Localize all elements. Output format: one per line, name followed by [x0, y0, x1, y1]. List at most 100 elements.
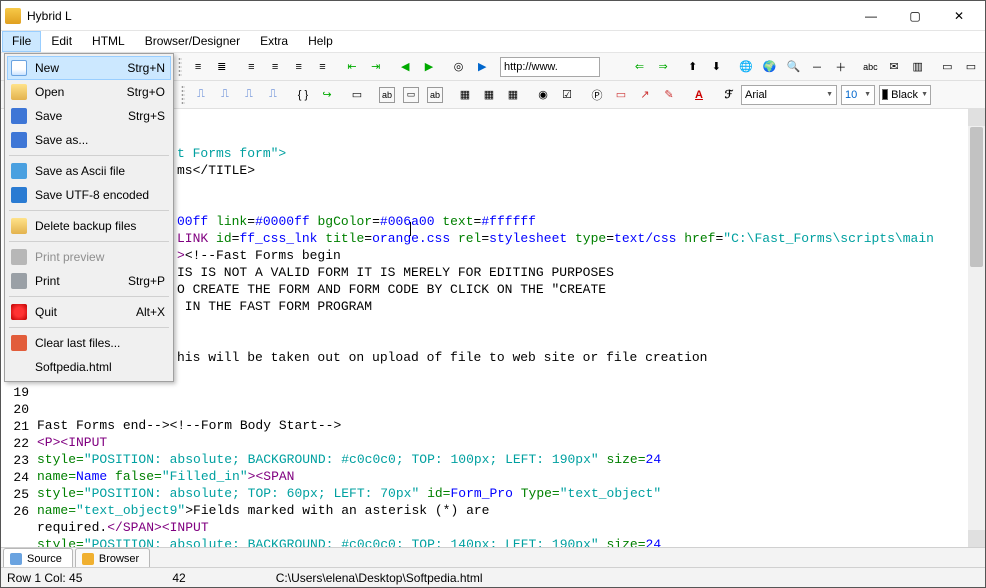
- menu-item-clear-last[interactable]: Clear last files...: [7, 331, 171, 355]
- menu-extra[interactable]: Extra: [250, 31, 298, 52]
- maximize-button[interactable]: ▢: [893, 2, 937, 30]
- label-c-icon[interactable]: ab: [424, 84, 446, 106]
- menu-browser-designer[interactable]: Browser/Designer: [135, 31, 250, 52]
- scrollbar-thumb[interactable]: [970, 127, 983, 267]
- columns-icon[interactable]: ▥: [907, 56, 929, 78]
- menu-item-new[interactable]: New Strg+N: [7, 56, 171, 80]
- search-icon[interactable]: 🔍: [783, 56, 805, 78]
- p-circle-icon[interactable]: Ⓟ: [586, 84, 608, 106]
- text-color-icon[interactable]: A: [688, 84, 710, 106]
- dedent-icon[interactable]: ◀: [394, 56, 416, 78]
- radio-icon[interactable]: ◉: [532, 84, 554, 106]
- zoom-in-icon[interactable]: ＋: [830, 56, 852, 78]
- menu-item-open[interactable]: Open Strg+O: [7, 80, 171, 104]
- vr1-icon[interactable]: ⎍: [190, 84, 212, 106]
- download-icon[interactable]: ⬇: [706, 56, 728, 78]
- link-fwd-icon[interactable]: ↪: [316, 84, 338, 106]
- menu-separator: [9, 296, 169, 297]
- menu-item-print[interactable]: Print Strg+P: [7, 269, 171, 293]
- file-menu-dropdown: New Strg+N Open Strg+O Save Strg+S Save …: [4, 53, 174, 382]
- indent-icon[interactable]: ▶: [418, 56, 440, 78]
- statusbar: Row 1 Col: 45 42 C:\Users\elena\Desktop\…: [1, 567, 985, 587]
- vr2-icon[interactable]: ⎍: [214, 84, 236, 106]
- menu-item-save-ascii[interactable]: Save as Ascii file: [7, 159, 171, 183]
- menu-item-save-as[interactable]: Save as...: [7, 128, 171, 152]
- abc-icon[interactable]: abc: [859, 56, 881, 78]
- ascii-file-icon: [11, 163, 27, 179]
- play-icon[interactable]: ▶: [471, 56, 493, 78]
- indent-right-icon[interactable]: ⇥: [365, 56, 387, 78]
- menu-item-recent-file[interactable]: Softpedia.html: [7, 355, 171, 379]
- font-color-combo[interactable]: Black ▼: [879, 85, 931, 105]
- menu-file[interactable]: File: [2, 31, 41, 52]
- quit-icon: [11, 304, 27, 320]
- align-left-icon[interactable]: ≡: [241, 56, 263, 78]
- vr4-icon[interactable]: ⎍: [262, 84, 284, 106]
- upload-icon[interactable]: ⬆: [682, 56, 704, 78]
- grid1-icon[interactable]: ▦: [454, 84, 476, 106]
- menu-item-quit[interactable]: Quit Alt+X: [7, 300, 171, 324]
- tab-source[interactable]: Source: [3, 548, 73, 567]
- nav-forward-icon[interactable]: ⇒: [652, 56, 674, 78]
- app-icon: [5, 8, 21, 24]
- grid2-icon[interactable]: ▦: [478, 84, 500, 106]
- status-count: 42: [172, 571, 275, 585]
- menu-item-delete-backup[interactable]: Delete backup files: [7, 214, 171, 238]
- close-button[interactable]: ✕: [937, 2, 981, 30]
- font-size-combo[interactable]: 10 ▼: [841, 85, 875, 105]
- box-icon[interactable]: ▭: [346, 84, 368, 106]
- source-tab-icon: [10, 553, 22, 565]
- line-number: 22: [1, 435, 29, 452]
- font-name-value: Arial: [745, 89, 767, 101]
- open-folder-icon: [11, 84, 27, 100]
- label-b-icon[interactable]: ▭: [400, 84, 422, 106]
- code-area[interactable]: t Forms form">ms</TITLE> 00ff link=#0000…: [35, 109, 968, 547]
- window-title: Hybrid L: [27, 9, 72, 23]
- world-icon[interactable]: 🌍: [759, 56, 781, 78]
- save-as-icon: [11, 132, 27, 148]
- new-file-icon: [11, 60, 27, 76]
- minimize-button[interactable]: —: [849, 2, 893, 30]
- label-a-icon[interactable]: ab: [376, 84, 398, 106]
- vertical-scrollbar[interactable]: [968, 109, 985, 547]
- menu-edit[interactable]: Edit: [41, 31, 82, 52]
- align-right-icon[interactable]: ≡: [288, 56, 310, 78]
- toolbar-grip[interactable]: [178, 57, 182, 77]
- mail-icon[interactable]: ✉: [883, 56, 905, 78]
- chevron-down-icon: ▼: [864, 91, 871, 98]
- tab-browser[interactable]: Browser: [75, 548, 150, 567]
- menu-help[interactable]: Help: [298, 31, 343, 52]
- brush-icon[interactable]: ✎: [658, 84, 680, 106]
- nav-back-icon[interactable]: ⇐: [629, 56, 651, 78]
- r-doc-icon[interactable]: ▭: [610, 84, 632, 106]
- indent-left-icon[interactable]: ⇤: [341, 56, 363, 78]
- window-stack-icon[interactable]: ▭: [936, 56, 958, 78]
- preview-icon[interactable]: ◎: [448, 56, 470, 78]
- text-caret: [410, 222, 411, 236]
- curly-braces-icon[interactable]: { }: [292, 84, 314, 106]
- align-justify-icon[interactable]: ≡: [312, 56, 334, 78]
- menu-separator: [9, 210, 169, 211]
- globe-icon[interactable]: 🌐: [735, 56, 757, 78]
- grid3-icon[interactable]: ▦: [502, 84, 524, 106]
- url-input[interactable]: [500, 57, 600, 77]
- list-ol-icon[interactable]: ≣: [211, 56, 233, 78]
- browser-tab-icon: [82, 553, 94, 565]
- align-center-icon[interactable]: ≡: [264, 56, 286, 78]
- menu-item-save-utf8[interactable]: Save UTF-8 encoded: [7, 183, 171, 207]
- list-ul-icon[interactable]: ≡: [187, 56, 209, 78]
- chevron-down-icon: ▼: [826, 91, 833, 98]
- vr3-icon[interactable]: ⎍: [238, 84, 260, 106]
- checkbox-icon[interactable]: ☑: [556, 84, 578, 106]
- arrow-out-icon[interactable]: ↗: [634, 84, 656, 106]
- toolbar-grip-2[interactable]: [181, 85, 185, 105]
- window-tile-icon[interactable]: ▭: [960, 56, 982, 78]
- font-icon[interactable]: ℱ: [718, 84, 740, 106]
- font-name-combo[interactable]: Arial ▼: [741, 85, 837, 105]
- titlebar: Hybrid L — ▢ ✕: [1, 1, 985, 31]
- menu-item-save[interactable]: Save Strg+S: [7, 104, 171, 128]
- zoom-out-icon[interactable]: －: [806, 56, 828, 78]
- menu-html[interactable]: HTML: [82, 31, 135, 52]
- utf8-file-icon: [11, 187, 27, 203]
- menu-item-print-preview[interactable]: Print preview: [7, 245, 171, 269]
